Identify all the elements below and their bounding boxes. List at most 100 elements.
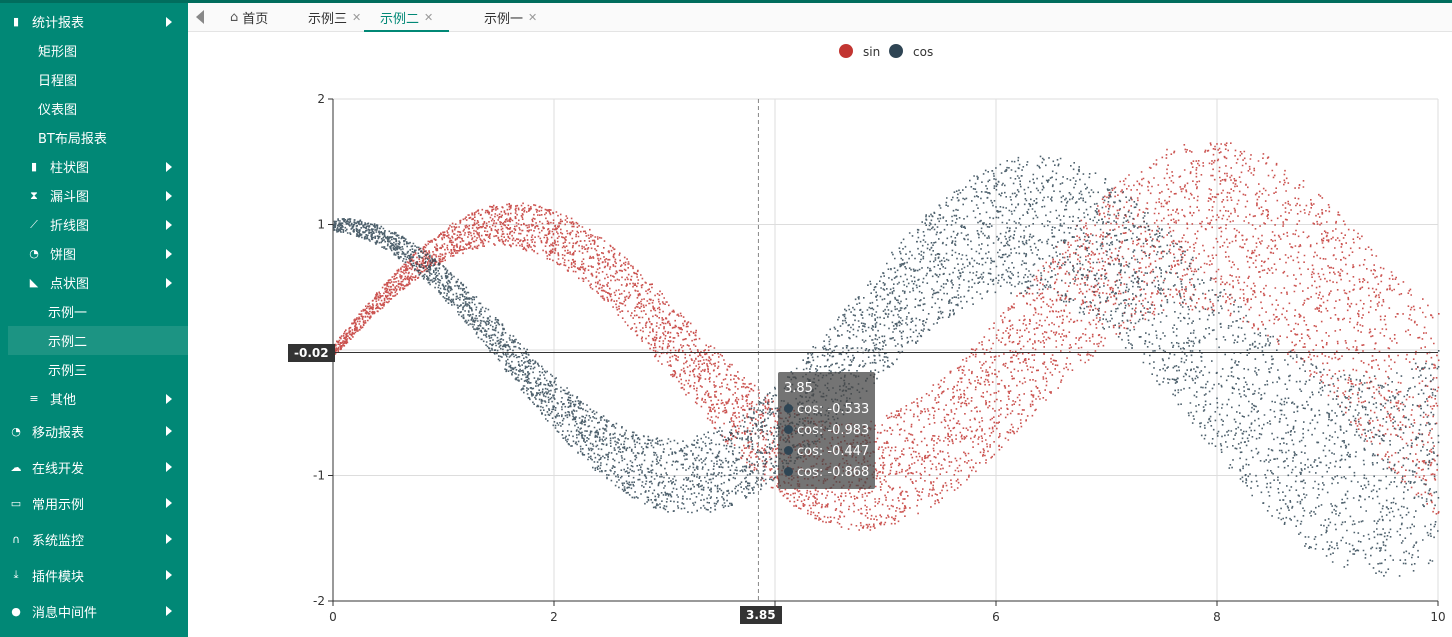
chevron-right-icon [166, 462, 172, 472]
sidebar-item-label: BT布局报表 [38, 132, 107, 147]
series-dot-icon [784, 404, 793, 413]
series-cos-scatter [333, 155, 1440, 577]
sidebar-item-label: 常用示例 [32, 497, 85, 513]
sidebar-item-label: 柱状图 [50, 161, 90, 176]
x-tick-label: 8 [1213, 610, 1221, 624]
tooltip-row: cos: -0.533 [784, 399, 869, 420]
sidebar-item-label: 仪表图 [38, 103, 78, 118]
headset-icon: ∩ [11, 532, 21, 546]
list-icon: ≡ [29, 392, 39, 405]
tooltip-row: cos: -0.983 [784, 420, 869, 441]
sidebar-item-label: 统计报表 [32, 16, 85, 31]
sidebar-item-11[interactable]: 示例二 [8, 326, 188, 355]
sidebar-item-13[interactable]: ≡ 其他 [0, 384, 188, 413]
comment-icon: ● [11, 604, 21, 618]
bar-chart-icon: ▮ [12, 15, 20, 28]
sidebar-item-label: 饼图 [50, 248, 77, 263]
sidebar-item-3[interactable]: 仪表图 [0, 94, 188, 123]
sidebar-item-label: 其他 [50, 393, 77, 408]
chevron-right-icon [166, 161, 172, 172]
tab-3[interactable]: 示例一 ✕ [484, 3, 537, 31]
sidebar-item-1[interactable]: 矩形图 [0, 36, 188, 65]
sidebar-item-4[interactable]: BT布局报表 [0, 123, 188, 152]
sidebar-item-label: 折线图 [50, 219, 90, 234]
chevron-right-icon [166, 248, 172, 259]
chevron-right-icon [166, 498, 172, 508]
pie-chart-icon: ◔ [11, 424, 21, 438]
series-dot-icon [784, 425, 793, 434]
y-tick-label: 1 [317, 218, 325, 232]
tooltip-row: cos: -0.447 [784, 441, 869, 462]
sidebar-item-label: 在线开发 [32, 461, 85, 477]
sidebar-item-18[interactable]: ⤓ 插件模块 [0, 557, 188, 593]
scatter-chart: 0246810-2-112sincos [313, 44, 1446, 624]
y-tick-label: 2 [317, 92, 325, 106]
sidebar-item-16[interactable]: ▭ 常用示例 [0, 485, 188, 521]
sidebar-item-label: 矩形图 [38, 45, 78, 60]
chevron-right-icon [166, 16, 172, 27]
sidebar-item-label: 插件模块 [32, 569, 85, 585]
chart-tooltip: 3.85 cos: -0.533 cos: -0.983 cos: -0.447 co… [778, 372, 876, 489]
tab-label: 示例一 [484, 11, 524, 27]
chevron-right-icon [166, 606, 172, 616]
line-chart-icon: ⟋ [30, 217, 38, 231]
close-icon[interactable]: ✕ [424, 11, 433, 24]
chevron-right-icon [166, 219, 172, 230]
sidebar-item-14[interactable]: ◔ 移动报表 [0, 413, 188, 449]
sidebar-item-17[interactable]: ∩ 系统监控 [0, 521, 188, 557]
tab-2[interactable]: 示例二 ✕ [364, 3, 450, 32]
tab-label: 示例三 [308, 11, 348, 27]
chevron-right-icon [166, 393, 172, 404]
sidebar-item-label: 点状图 [50, 277, 90, 292]
sidebar-item-8[interactable]: ◔ 饼图 [0, 239, 188, 268]
x-tick-label: 6 [992, 610, 1000, 624]
x-tick-label: 2 [550, 610, 558, 624]
cloud-icon: ☁ [10, 460, 22, 474]
tab-0[interactable]: ⌂ 首页 [230, 3, 268, 31]
sidebar-item-9[interactable]: ◣ 点状图 [0, 268, 188, 297]
y-tick-label: -1 [313, 469, 325, 483]
series-dot-icon [784, 467, 793, 476]
sidebar-item-label: 日程图 [38, 74, 78, 89]
tab-label: 示例二 [380, 11, 420, 27]
sidebar-item-label: 示例一 [48, 306, 88, 321]
legend-sin-label: sin [863, 45, 880, 59]
tooltip-title: 3.85 [784, 381, 813, 396]
sidebar: ▮ 统计报表 矩形图 日程图 仪表图 BT布局报表 ▮ 柱状图 ⧗ 漏斗图 ⟋ 折线图 ◔ 饼图 ◣ 点状图示… [0, 3, 188, 637]
sidebar-item-15[interactable]: ☁ 在线开发 [0, 449, 188, 485]
sidebar-item-0[interactable]: ▮ 统计报表 [0, 7, 188, 36]
close-icon[interactable]: ✕ [528, 11, 537, 24]
tab-bar: ⌂ 首页 示例三 ✕ 示例二 ✕ 示例一 ✕ [188, 3, 1452, 32]
tooltip-row-text: cos: -0.533 [797, 402, 870, 417]
bar-chart-icon: ▮ [30, 160, 38, 173]
pie-chart-icon: ◔ [29, 247, 39, 260]
tab-scroll-left-button[interactable] [196, 10, 204, 24]
sidebar-item-19[interactable]: ● 消息中间件 [0, 593, 188, 629]
sidebar-item-7[interactable]: ⟋ 折线图 [0, 210, 188, 239]
sidebar-item-10[interactable]: 示例一 [0, 297, 188, 326]
tooltip-row-text: cos: -0.983 [797, 423, 870, 438]
x-tick-label: 0 [329, 610, 337, 624]
sidebar-item-label: 漏斗图 [50, 190, 90, 205]
sidebar-item-label: 移动报表 [32, 425, 85, 441]
sidebar-item-5[interactable]: ▮ 柱状图 [0, 152, 188, 181]
sidebar-item-2[interactable]: 日程图 [0, 65, 188, 94]
tab-1[interactable]: 示例三 ✕ [308, 3, 361, 31]
sidebar-item-label: 示例二 [48, 335, 88, 350]
chevron-right-icon [166, 277, 172, 288]
chevron-right-icon [166, 426, 172, 436]
hourglass-icon: ⧗ [30, 188, 38, 202]
legend-cos-marker [889, 44, 903, 58]
legend-sin-marker [839, 44, 853, 58]
series-dot-icon [784, 446, 793, 455]
tab-label: 首页 [242, 11, 269, 27]
crosshair-y-label: -0.02 [288, 344, 335, 362]
sidebar-item-6[interactable]: ⧗ 漏斗图 [0, 181, 188, 210]
sidebar-item-label: 消息中间件 [32, 605, 98, 621]
chart-area: 0246810-2-112sincos 3.85 cos: -0.533cos:… [188, 32, 1452, 637]
chevron-right-icon [166, 534, 172, 544]
home-icon: ⌂ [230, 9, 239, 25]
close-icon[interactable]: ✕ [352, 11, 361, 24]
legend-cos-label: cos [913, 45, 933, 59]
sidebar-item-12[interactable]: 示例三 [0, 355, 188, 384]
